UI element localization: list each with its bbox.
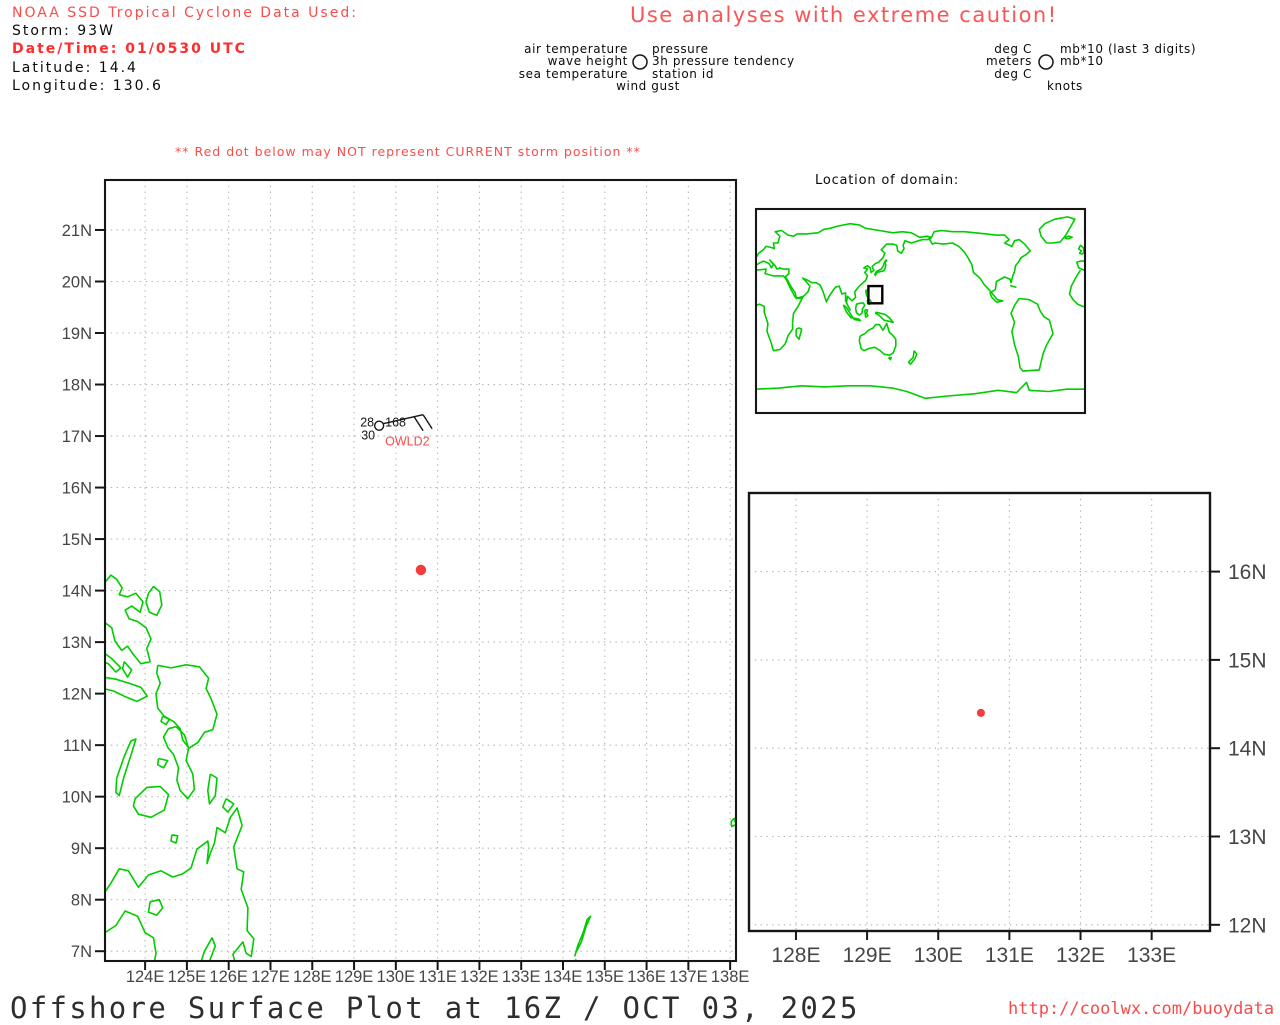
world-map-coastlines	[756, 216, 1085, 400]
svg-text:129E: 129E	[843, 944, 892, 967]
svg-text:9N: 9N	[71, 840, 92, 858]
world-map	[754, 207, 1087, 415]
svg-text:17N: 17N	[62, 428, 92, 446]
svg-text:133E: 133E	[502, 968, 541, 986]
svg-text:124E: 124E	[126, 968, 165, 986]
station-circle-OWLD2	[373, 420, 385, 431]
svg-text:134E: 134E	[544, 968, 583, 986]
svg-text:132E: 132E	[1056, 944, 1105, 967]
svg-text:14N: 14N	[1228, 738, 1267, 761]
svg-text:136E: 136E	[627, 968, 666, 986]
svg-text:125E: 125E	[168, 968, 207, 986]
svg-text:15N: 15N	[62, 531, 92, 549]
svg-text:14N: 14N	[62, 583, 92, 601]
svg-text:130E: 130E	[377, 968, 416, 986]
svg-text:12N: 12N	[62, 686, 92, 704]
svg-text:20N: 20N	[62, 273, 92, 291]
svg-text:138E: 138E	[711, 968, 750, 986]
svg-text:133E: 133E	[1127, 944, 1176, 967]
plot-canvas: 2830168OWLD2124E 125E 126E 127E 128E 129E 130E…	[62, 54, 1267, 986]
svg-text:16N: 16N	[62, 480, 92, 498]
svg-text:127E: 127E	[251, 968, 290, 986]
svg-text:128E: 128E	[771, 944, 820, 967]
svg-text:126E: 126E	[209, 968, 248, 986]
svg-text:11N: 11N	[63, 737, 92, 755]
buoy-plot-page: { "colors": { "red_text": "#fb4b4b", "re…	[0, 0, 1280, 1025]
storm-position-dot	[415, 564, 427, 576]
svg-text:129E: 129E	[335, 968, 374, 986]
svg-text:21N: 21N	[62, 222, 92, 240]
svg-text:131E: 131E	[418, 968, 457, 986]
svg-text:15N: 15N	[1228, 649, 1267, 672]
zoom-map: 128E 129E 130E 131E 132E 133E 12N 13N 14N 15N 16N	[747, 491, 1267, 967]
svg-text:135E: 135E	[586, 968, 625, 986]
svg-text:28: 28	[360, 416, 374, 430]
svg-text:12N: 12N	[1228, 914, 1267, 937]
main-map-coastlines	[105, 574, 736, 961]
zoom-map-ticks-labels: 128E 129E 130E 131E 132E 133E 12N 13N 14N 15N 16N	[771, 561, 1266, 967]
station-id-label-OWLD2: OWLD2	[385, 435, 430, 449]
svg-text:131E: 131E	[985, 944, 1034, 967]
svg-text:130E: 130E	[914, 944, 963, 967]
svg-text:128E: 128E	[293, 968, 332, 986]
svg-text:19N: 19N	[62, 325, 92, 343]
svg-text:13N: 13N	[1228, 826, 1267, 849]
svg-text:8N: 8N	[71, 892, 92, 910]
storm-position-dot-zoom	[976, 708, 985, 717]
svg-text:30: 30	[361, 429, 375, 443]
svg-text:16N: 16N	[1228, 561, 1267, 584]
station-units-circle	[1038, 54, 1054, 70]
main-map: 2830168OWLD2 124E 125E 126E 127E 128E 129E 130E…	[62, 178, 750, 986]
station-model-circle	[632, 54, 648, 70]
station-plot-OWLD2: 2830168OWLD2	[360, 414, 433, 449]
svg-text:137E: 137E	[669, 968, 708, 986]
svg-text:18N: 18N	[62, 377, 92, 395]
svg-text:7N: 7N	[71, 943, 92, 961]
svg-text:10N: 10N	[62, 789, 92, 807]
svg-text:132E: 132E	[460, 968, 499, 986]
svg-text:13N: 13N	[62, 634, 92, 652]
